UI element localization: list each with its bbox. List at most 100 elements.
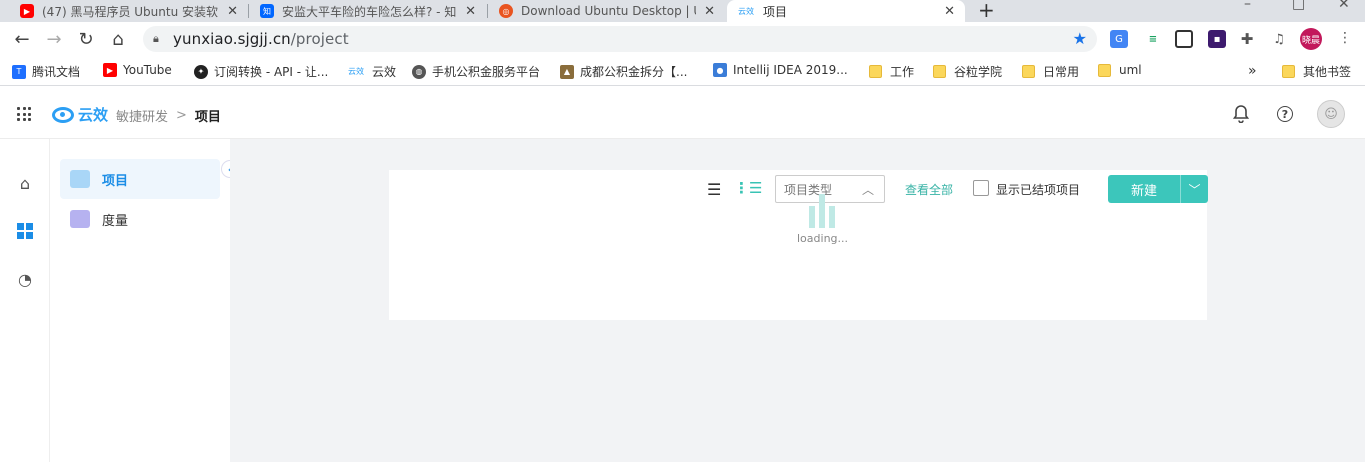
- yunxiao-logo[interactable]: 云效: [52, 104, 108, 125]
- profile-avatar[interactable]: 晓晨: [1300, 28, 1322, 50]
- yunxiao-logo-icon: [52, 106, 74, 123]
- ubuntu-icon: ◎: [499, 4, 513, 18]
- pie-chart-icon[interactable]: ◔: [15, 269, 35, 289]
- home-icon[interactable]: ⌂: [15, 173, 35, 193]
- back-icon[interactable]: ←: [11, 28, 33, 50]
- bookmark-label: 成都公积金拆分【...: [580, 65, 688, 79]
- bell-icon[interactable]: [1231, 104, 1251, 124]
- close-icon[interactable]: ✕: [465, 4, 476, 19]
- project-panel: ☰ ⋮☰ 项目类型 ︿ 查看全部 显示已结项项目 新建 ﹀ loading...: [389, 170, 1208, 320]
- url-path: /project: [290, 30, 349, 48]
- bookmark-item[interactable]: 云效 云效: [346, 63, 396, 80]
- yunxiao-icon: 云效: [738, 6, 754, 16]
- bookmark-folder[interactable]: 日常用: [1022, 63, 1079, 80]
- bookmark-item[interactable]: ● Intellij IDEA 2019...: [713, 63, 848, 77]
- sidebar-item-metrics[interactable]: 度量: [60, 199, 220, 239]
- reload-icon[interactable]: ↻: [75, 28, 97, 50]
- breadcrumb: 敏捷研发 > 项目: [116, 106, 221, 125]
- globe-icon: ◍: [412, 64, 426, 79]
- bookmark-label: Intellij IDEA 2019...: [733, 63, 848, 77]
- bookmark-star-icon[interactable]: ★: [1073, 29, 1087, 48]
- chevron-up-icon: ︿: [861, 183, 874, 197]
- more-bookmarks-button[interactable]: »: [1248, 63, 1257, 79]
- chart-icon: ▲: [560, 64, 574, 79]
- chevron-down-icon[interactable]: ﹀: [1180, 175, 1208, 203]
- avatar[interactable]: ☺: [1317, 100, 1345, 128]
- main-content: ☰ ⋮☰ 项目类型 ︿ 查看全部 显示已结项项目 新建 ﹀ loading...: [230, 139, 1365, 462]
- bookmark-label: YouTube: [123, 63, 172, 77]
- picture-in-picture-icon[interactable]: [1175, 30, 1193, 48]
- window-close-icon[interactable]: ✕: [1338, 0, 1350, 12]
- app-grid-icon[interactable]: [17, 107, 31, 121]
- maximize-icon[interactable]: □: [1292, 0, 1305, 12]
- sidebar-item-label: 项目: [102, 173, 129, 189]
- bookmark-folder[interactable]: uml: [1098, 63, 1142, 77]
- brand-name: 云效: [78, 106, 109, 124]
- close-icon[interactable]: ✕: [944, 4, 955, 19]
- tab-ubuntu[interactable]: ◎ Download Ubuntu Desktop | U ✕: [489, 0, 725, 22]
- loading-spinner-icon: [797, 194, 847, 228]
- list-view-icon[interactable]: ☰: [707, 180, 721, 199]
- sidebar-item-projects[interactable]: 项目: [60, 159, 220, 199]
- breadcrumb-separator: >: [176, 108, 187, 123]
- bookmark-label: 其他书签: [1303, 65, 1352, 79]
- show-closed-checkbox[interactable]: [973, 180, 989, 196]
- tab-title: 安监大平车险的车险怎么样? - 知: [282, 4, 457, 19]
- address-toolbar: ← → ↻ ⌂ 🔒︎ yunxiao.sjgjj.cn/project ★ G …: [0, 22, 1365, 56]
- tree-view-icon[interactable]: ⋮☰: [734, 179, 762, 197]
- bookmark-item[interactable]: ▲ 成都公积金拆分【...: [560, 63, 687, 80]
- show-closed-label: 显示已结项项目: [996, 183, 1081, 197]
- forward-icon[interactable]: →: [43, 28, 65, 50]
- address-bar[interactable]: 🔒︎ yunxiao.sjgjj.cn/project ★: [143, 26, 1097, 52]
- loading-text: loading...: [797, 232, 849, 245]
- folder-icon: [1098, 63, 1111, 77]
- bookmark-label: uml: [1119, 63, 1142, 77]
- tab-zhihu[interactable]: 知 安监大平车险的车险怎么样? - 知 ✕: [250, 0, 486, 22]
- menu-icon[interactable]: ⋮: [1338, 30, 1352, 46]
- new-tab-button[interactable]: +: [978, 0, 995, 22]
- url-host: yunxiao.sjgjj.cn: [173, 30, 291, 48]
- tab-divider: [487, 4, 488, 18]
- puzzle-icon[interactable]: ✚: [1238, 30, 1256, 48]
- dashboard-icon[interactable]: [15, 221, 35, 241]
- metrics-icon: [70, 210, 90, 228]
- view-all-link[interactable]: 查看全部: [905, 181, 953, 198]
- bookmark-folder[interactable]: 谷粒学院: [933, 63, 1002, 80]
- bookmark-folder[interactable]: 其他书签: [1282, 63, 1351, 80]
- folder-icon: [1282, 65, 1295, 78]
- bookmark-label: 手机公积金服务平台: [432, 65, 541, 79]
- breadcrumb-current: 项目: [194, 110, 221, 125]
- extension-icon[interactable]: ≡: [1144, 30, 1162, 48]
- app-header: 云效 敏捷研发 > 项目 ? ☺: [0, 87, 1365, 139]
- minimize-icon[interactable]: –: [1244, 0, 1251, 12]
- close-icon[interactable]: ✕: [227, 4, 238, 19]
- tab-divider: [248, 4, 249, 18]
- bookmarks-bar: T 腾讯文档 ▶ YouTube ✦ 订阅转换 - API - 让... 云效 云效 ◍…: [0, 56, 1365, 86]
- media-icon[interactable]: ♫: [1270, 30, 1288, 48]
- help-icon[interactable]: ?: [1277, 106, 1293, 122]
- bookmark-item[interactable]: T 腾讯文档: [12, 63, 80, 80]
- tab-title: (47) 黑马程序员 Ubuntu 安装软: [42, 4, 218, 19]
- home-icon[interactable]: ⌂: [107, 28, 129, 50]
- youtube-icon: ▶: [103, 63, 117, 77]
- tab-project[interactable]: 云效 项目 ✕: [727, 0, 965, 22]
- new-project-button[interactable]: 新建 ﹀: [1108, 175, 1208, 203]
- browser-tab-strip: ▶ (47) 黑马程序员 Ubuntu 安装软 ✕ 知 安监大平车险的车险怎么样…: [0, 0, 1365, 22]
- extension-icon[interactable]: ▪: [1208, 30, 1226, 48]
- bookmark-item[interactable]: ▶ YouTube: [103, 63, 172, 77]
- tencent-docs-icon: T: [12, 64, 26, 79]
- lock-icon: 🔒︎: [153, 32, 159, 45]
- breadcrumb-parent[interactable]: 敏捷研发: [116, 106, 168, 125]
- folder-icon: [869, 65, 882, 78]
- tab-title: 项目: [763, 4, 788, 19]
- translate-icon[interactable]: G: [1110, 30, 1128, 48]
- bookmark-label: 谷粒学院: [954, 65, 1003, 79]
- bookmark-item[interactable]: ◍ 手机公积金服务平台: [412, 63, 540, 80]
- new-button-label: 新建: [1130, 183, 1157, 199]
- bookmark-folder[interactable]: 工作: [869, 63, 914, 80]
- bookmark-item[interactable]: ✦ 订阅转换 - API - 让...: [194, 63, 328, 80]
- yunxiao-icon: 云效: [348, 67, 364, 76]
- tab-youtube[interactable]: ▶ (47) 黑马程序员 Ubuntu 安装软 ✕: [10, 0, 248, 22]
- bookmark-label: 云效: [372, 65, 397, 79]
- close-icon[interactable]: ✕: [704, 4, 715, 19]
